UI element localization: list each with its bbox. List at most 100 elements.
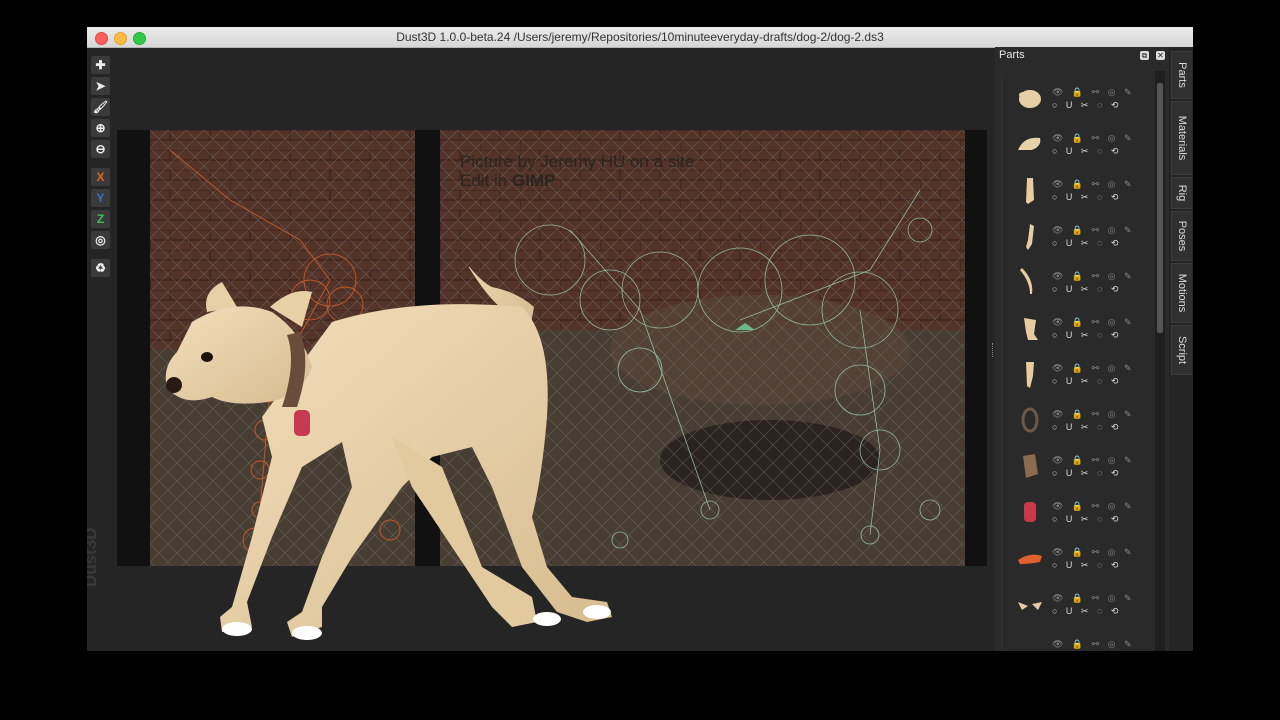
tab-parts[interactable]: Parts	[1171, 51, 1192, 99]
x-axis-lock-button[interactable]: X	[91, 168, 110, 186]
part-row[interactable]: 👁 🔒 ⚯ ◎ ✎○ U ✂ ◌ ⟲	[1002, 581, 1152, 627]
part-icons-top[interactable]: 👁 🔒 ⚯ ◎ ✎	[1052, 86, 1132, 99]
part-icons-bottom[interactable]: ○ U ✂ ◌ ⟲	[1052, 237, 1122, 250]
tab-materials[interactable]: Materials	[1171, 101, 1192, 175]
tab-label: Poses	[1176, 220, 1188, 252]
add-icon[interactable]: ✚	[91, 56, 110, 74]
tab-script[interactable]: Script	[1171, 325, 1192, 375]
part-icons-top[interactable]: 👁 🔒 ⚯ ◎ ✎	[1052, 500, 1132, 513]
parts-scrollbar[interactable]	[1155, 71, 1165, 651]
part-row[interactable]: 👁 🔒 ⚯ ◎ ✎○ U ✂ ◌ ⟲	[1002, 121, 1152, 167]
part-thumbnail[interactable]	[1014, 312, 1046, 344]
part-toggle-icons[interactable]: 👁 🔒 ⚯ ◎ ✎○ U ✂ ◌ ⟲	[1052, 546, 1132, 572]
part-thumbnail[interactable]	[1014, 128, 1046, 160]
part-icons-top[interactable]: 👁 🔒 ⚯ ◎ ✎	[1052, 316, 1132, 329]
part-icons-top[interactable]: 👁 🔒 ⚯ ◎ ✎	[1052, 270, 1132, 283]
dog-3d-model[interactable]	[152, 267, 632, 651]
dust3d-watermark: Dust3D	[87, 527, 100, 587]
tab-poses[interactable]: Poses	[1171, 211, 1192, 261]
part-icons-bottom[interactable]: ○ U ✂ ◌ ⟲	[1052, 283, 1122, 296]
part-thumbnail[interactable]	[1014, 220, 1046, 252]
part-thumbnail[interactable]	[1014, 450, 1046, 482]
part-row[interactable]: 👁 🔒 ⚯ ◎ ✎○ U ✂ ◌ ⟲	[1002, 351, 1152, 397]
part-thumbnail[interactable]	[1014, 634, 1046, 651]
parts-panel-title: Parts	[999, 49, 1025, 61]
zoom-in-icon[interactable]: ⊕	[91, 119, 110, 137]
part-toggle-icons[interactable]: 👁 🔒 ⚯ ◎ ✎○ U ✂ ◌ ⟲	[1052, 408, 1132, 434]
tab-motions[interactable]: Motions	[1171, 263, 1192, 323]
side-tabs: Parts Materials Rig Poses Motions Script	[1169, 47, 1193, 651]
part-thumbnail[interactable]	[1014, 542, 1046, 574]
part-row[interactable]: 👁 🔒 ⚯ ◎ ✎○ U ✂ ◌ ⟲	[1002, 535, 1152, 581]
part-toggle-icons[interactable]: 👁 🔒 ⚯ ◎ ✎○ U ✂ ◌ ⟲	[1052, 86, 1132, 112]
part-icons-top[interactable]: 👁 🔒 ⚯ ◎ ✎	[1052, 408, 1132, 421]
z-axis-lock-button[interactable]: Z	[91, 210, 110, 228]
tab-label: Script	[1176, 335, 1188, 365]
zoom-out-icon[interactable]: ⊖	[91, 140, 110, 158]
part-icons-bottom[interactable]: ○ U ✂ ◌ ⟲	[1052, 605, 1122, 618]
part-icons-bottom[interactable]: ○ U ✂ ◌ ⟲	[1052, 559, 1122, 572]
part-thumbnail[interactable]	[1014, 174, 1046, 206]
part-icons-top[interactable]: 👁 🔒 ⚯ ◎ ✎	[1052, 638, 1132, 651]
title-bar[interactable]: Dust3D 1.0.0-beta.24 /Users/jeremy/Repos…	[87, 27, 1193, 48]
part-row[interactable]: 👁 🔒 ⚯ ◎ ✎○ U ✂ ◌ ⟲	[1002, 489, 1152, 535]
regenerate-icon[interactable]: ♻	[91, 259, 110, 277]
part-toggle-icons[interactable]: 👁 🔒 ⚯ ◎ ✎○ U ✂ ◌ ⟲	[1052, 316, 1132, 342]
part-toggle-icons[interactable]: 👁 🔒 ⚯ ◎ ✎○ U ✂ ◌ ⟲	[1052, 454, 1132, 480]
part-icons-top[interactable]: 👁 🔒 ⚯ ◎ ✎	[1052, 132, 1132, 145]
part-thumbnail[interactable]	[1014, 496, 1046, 528]
reference-caption: Picture by Jeremy HU on a site Edit in G…	[460, 152, 694, 190]
part-row[interactable]: 👁 🔒 ⚯ ◎ ✎○ U ✂ ◌ ⟲	[1002, 213, 1152, 259]
part-row[interactable]: 👁 🔒 ⚯ ◎ ✎○ U ✂ ◌ ⟲	[1002, 305, 1152, 351]
paint-brush-icon[interactable]: 🖌	[91, 98, 110, 116]
select-arrow-icon[interactable]: ➤	[91, 77, 110, 95]
parts-panel: Parts ⧉ ✕ 👁 🔒 ⚯ ◎ ✎ ○ U ✂ ◌ ⟲ 👁 🔒 ⚯ ◎ ✎ ○ U…	[995, 47, 1169, 651]
part-icons-top[interactable]: 👁 🔒 ⚯ ◎ ✎	[1052, 546, 1132, 559]
part-icons-top[interactable]: 👁 🔒 ⚯ ◎ ✎	[1052, 362, 1132, 375]
radius-lock-icon[interactable]: ◎	[91, 231, 110, 249]
part-thumbnail[interactable]	[1014, 82, 1046, 114]
part-toggle-icons[interactable]: 👁 🔒 ⚯ ◎ ✎○ U ✂ ◌ ⟲	[1052, 500, 1132, 526]
tab-label: Rig	[1176, 184, 1188, 202]
part-row[interactable]: 👁 🔒 ⚯ ◎ ✎○ U ✂ ◌ ⟲	[1002, 167, 1152, 213]
part-toggle-icons[interactable]: 👁 🔒 ⚯ ◎ ✎○ U ✂ ◌ ⟲	[1052, 132, 1132, 158]
part-row[interactable]: 👁 🔒 ⚯ ◎ ✎○ U ✂ ◌ ⟲	[1002, 259, 1152, 305]
tab-label: Materials	[1176, 115, 1188, 161]
part-icons-bottom[interactable]: ○ U ✂ ◌ ⟲	[1052, 513, 1122, 526]
tab-label: Parts	[1176, 62, 1188, 88]
part-row[interactable]: 👁 🔒 ⚯ ◎ ✎○ U ✂ ◌ ⟲	[1002, 75, 1152, 121]
part-icons-bottom[interactable]: ○ U ✂ ◌ ⟲	[1052, 329, 1122, 342]
part-icons-top[interactable]: 👁 🔒 ⚯ ◎ ✎	[1052, 178, 1132, 191]
part-row[interactable]: 👁 🔒 ⚯ ◎ ✎○ U ✂ ◌ ⟲	[1002, 627, 1152, 651]
part-row[interactable]: 👁 🔒 ⚯ ◎ ✎○ U ✂ ◌ ⟲	[1002, 397, 1152, 443]
part-toggle-icons[interactable]: 👁 🔒 ⚯ ◎ ✎○ U ✂ ◌ ⟲	[1052, 362, 1132, 388]
float-panel-icon[interactable]: ⧉	[1140, 51, 1149, 60]
part-thumbnail[interactable]	[1014, 358, 1046, 390]
part-icons-bottom[interactable]: ○ U ✂ ◌ ⟲	[1052, 145, 1122, 158]
part-thumbnail[interactable]	[1014, 266, 1046, 298]
close-panel-icon[interactable]: ✕	[1156, 51, 1165, 60]
part-toggle-icons[interactable]: 👁 🔒 ⚯ ◎ ✎○ U ✂ ◌ ⟲	[1052, 270, 1132, 296]
scrollbar-thumb[interactable]	[1157, 83, 1163, 333]
credit-line-1: Picture by Jeremy HU on a site	[460, 152, 695, 171]
part-toggle-icons[interactable]: 👁 🔒 ⚯ ◎ ✎○ U ✂ ◌ ⟲	[1052, 638, 1132, 651]
part-icons-bottom[interactable]: ○ U ✂ ◌ ⟲	[1052, 467, 1122, 480]
part-toggle-icons[interactable]: 👁 🔒 ⚯ ◎ ✎○ U ✂ ◌ ⟲	[1052, 224, 1132, 250]
part-thumbnail[interactable]	[1014, 588, 1046, 620]
y-axis-lock-button[interactable]: Y	[91, 189, 110, 207]
part-icons-bottom[interactable]: ○ U ✂ ◌ ⟲	[1052, 191, 1122, 204]
part-icons-bottom[interactable]: ○ U ✂ ◌ ⟲	[1052, 99, 1122, 112]
part-row[interactable]: 👁 🔒 ⚯ ◎ ✎○ U ✂ ◌ ⟲	[1002, 443, 1152, 489]
part-icons-top[interactable]: 👁 🔒 ⚯ ◎ ✎	[1052, 454, 1132, 467]
part-thumbnail[interactable]	[1014, 404, 1046, 436]
parts-list: 👁 🔒 ⚯ ◎ ✎ ○ U ✂ ◌ ⟲ 👁 🔒 ⚯ ◎ ✎ ○ U ✂ ◌ ⟲ 👁 🔒 …	[1001, 75, 1152, 651]
part-icons-top[interactable]: 👁 🔒 ⚯ ◎ ✎	[1052, 224, 1132, 237]
part-icons-bottom[interactable]: ○ U ✂ ◌ ⟲	[1052, 421, 1122, 434]
part-toggle-icons[interactable]: 👁 🔒 ⚯ ◎ ✎○ U ✂ ◌ ⟲	[1052, 592, 1132, 618]
window-title: Dust3D 1.0.0-beta.24 /Users/jeremy/Repos…	[396, 30, 884, 44]
part-icons-top[interactable]: 👁 🔒 ⚯ ◎ ✎	[1052, 592, 1132, 605]
part-toggle-icons[interactable]: 👁 🔒 ⚯ ◎ ✎○ U ✂ ◌ ⟲	[1052, 178, 1132, 204]
credit-line-2-bold: GIMP	[511, 171, 556, 190]
tab-rig[interactable]: Rig	[1171, 177, 1192, 209]
part-icons-bottom[interactable]: ○ U ✂ ◌ ⟲	[1052, 375, 1122, 388]
